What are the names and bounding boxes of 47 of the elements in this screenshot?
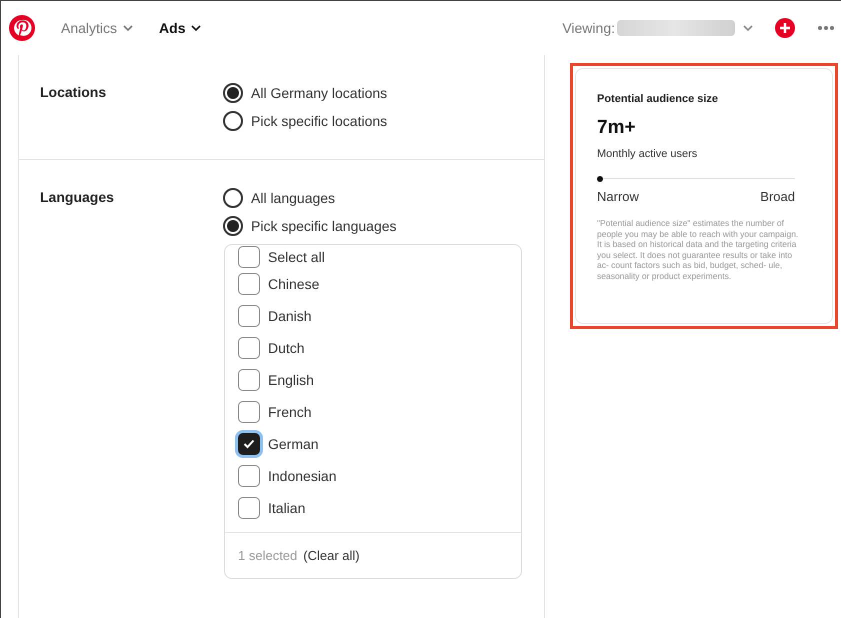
checkbox[interactable]	[238, 433, 260, 455]
checkbox[interactable]	[238, 246, 260, 268]
checkbox-label: English	[268, 370, 314, 390]
checkbox[interactable]	[238, 305, 260, 327]
chevron-down-icon	[191, 24, 202, 32]
checkbox[interactable]	[238, 337, 260, 359]
audience-note: "Potential audience size" estimates the number of people you may be able to reach with your campaign. It is based on historical data and the targeting criteria you select. It does not guarantee results or take into ac- count factors such as bid, budget, sched- ule, seasonality or product experiments.	[597, 218, 800, 281]
radio-label: Pick specific languages	[251, 216, 397, 236]
chevron-down-icon	[743, 24, 753, 32]
broad-label: Broad	[760, 188, 795, 206]
logo-icon[interactable]	[9, 15, 35, 41]
checkbox-label: French	[268, 402, 312, 422]
checkbox[interactable]	[238, 369, 260, 391]
checkbox-label: Chinese	[268, 274, 320, 294]
radio-button[interactable]	[223, 111, 243, 131]
selected-count: 1 selected	[238, 546, 298, 565]
redacted-account-field[interactable]	[617, 20, 735, 36]
checkbox-label: Italian	[268, 498, 306, 518]
checkbox[interactable]	[238, 273, 260, 295]
narrow-label: Narrow	[597, 188, 639, 206]
checkbox-label: Select all	[268, 248, 325, 266]
clear-all-link[interactable]: (Clear all)	[303, 546, 360, 566]
radio-label: All Germany locations	[251, 84, 388, 103]
nav-tab[interactable]: Analytics	[61, 18, 134, 38]
nav-tab[interactable]: Ads	[159, 18, 202, 38]
radio-label: All languages	[251, 188, 336, 208]
checkbox-label: German	[268, 434, 319, 454]
checkbox[interactable]	[238, 497, 260, 519]
checkbox[interactable]	[238, 401, 260, 423]
checkbox-label: Danish	[268, 306, 312, 326]
add-icon[interactable]	[775, 18, 795, 38]
radio-button[interactable]	[223, 83, 243, 103]
check-icon	[243, 439, 255, 449]
viewing-label: Viewing:	[562, 18, 615, 38]
section-label: Locations	[40, 83, 108, 102]
checkbox[interactable]	[238, 465, 260, 487]
audience-title: Potential audience size	[597, 92, 720, 107]
radio-button[interactable]	[223, 216, 243, 236]
audience-value: 7m+	[597, 116, 637, 140]
audience-caption: Monthly active users	[597, 147, 698, 162]
checkbox-label: Indonesian	[268, 466, 337, 486]
radio-button[interactable]	[223, 188, 243, 208]
section-label: Languages	[40, 188, 115, 207]
more-icon[interactable]	[817, 25, 835, 31]
radio-label: Pick specific locations	[251, 112, 388, 131]
checkbox-label: Dutch	[268, 338, 305, 358]
chevron-down-icon	[123, 24, 134, 32]
